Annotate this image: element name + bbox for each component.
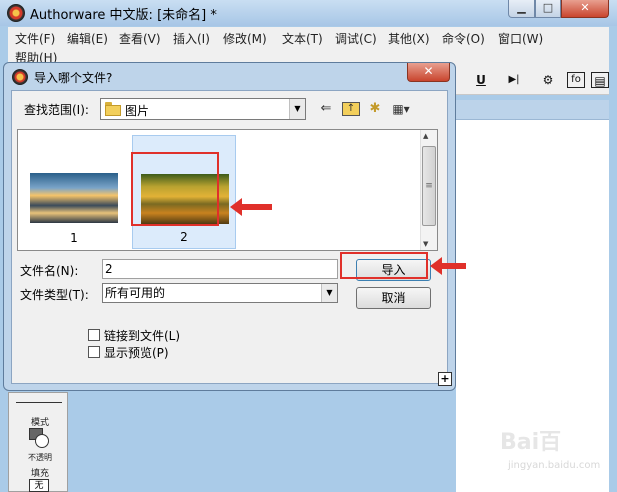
highlight-import-button bbox=[340, 252, 428, 279]
file-item-1[interactable]: 1 bbox=[22, 135, 126, 249]
file-name-label: 文件名(N): bbox=[20, 264, 79, 278]
authorware-app-icon bbox=[7, 4, 25, 22]
step-icon[interactable]: ▶| bbox=[505, 72, 523, 88]
mode-swatch[interactable] bbox=[29, 428, 51, 448]
file-type-label: 文件类型(T): bbox=[20, 288, 89, 302]
mode-label: 模式 bbox=[30, 418, 49, 428]
show-preview-checkbox[interactable] bbox=[88, 346, 100, 358]
chevron-down-icon[interactable]: ▼ bbox=[289, 99, 305, 119]
scroll-down-icon[interactable]: ▼ bbox=[423, 240, 428, 248]
trace-icon[interactable]: ⚙ bbox=[539, 72, 557, 88]
look-in-dropdown[interactable]: 图片 ▼ bbox=[100, 98, 306, 120]
file-label: 2 bbox=[180, 230, 188, 244]
menu-text[interactable]: 文本(T) bbox=[282, 30, 323, 47]
dialog-titlebar: 导入哪个文件? ✕ bbox=[4, 63, 455, 90]
watermark-url: jingyan.baidu.com bbox=[508, 460, 601, 471]
close-button[interactable]: ✕ bbox=[561, 0, 609, 18]
menu-modify[interactable]: 修改(M) bbox=[223, 30, 267, 47]
file-type-value: 所有可用的 bbox=[105, 286, 166, 300]
file-label: 1 bbox=[70, 231, 78, 245]
menu-edit[interactable]: 编辑(E) bbox=[67, 30, 108, 47]
scroll-up-icon[interactable]: ▲ bbox=[423, 132, 428, 140]
file-type-select[interactable]: 所有可用的 ▼ bbox=[102, 283, 338, 303]
file-name-input[interactable]: 2 bbox=[102, 259, 338, 279]
red-arrow-icon bbox=[230, 198, 272, 216]
dialog-close-button[interactable]: ✕ bbox=[407, 63, 450, 82]
new-folder-icon[interactable]: ✱ bbox=[366, 100, 384, 118]
window-icon[interactable]: ▤ bbox=[591, 72, 609, 88]
vertical-scrollbar[interactable]: ▲ ≡ ▼ bbox=[420, 130, 437, 250]
show-preview-label: 显示预览(P) bbox=[104, 346, 169, 360]
link-to-file-label: 链接到文件(L) bbox=[104, 329, 181, 343]
authorware-dialog-icon bbox=[12, 69, 28, 85]
expand-plus-button[interactable]: + bbox=[438, 372, 452, 386]
line-style-sample[interactable] bbox=[16, 402, 62, 403]
fill-label: 填充 bbox=[30, 469, 49, 479]
menubar: 文件(F) 编辑(E) 查看(V) 插入(I) 修改(M) 文本(T) 调试(C… bbox=[8, 27, 609, 65]
red-arrow-icon bbox=[430, 257, 466, 275]
mode-circle-icon bbox=[35, 434, 49, 448]
dialog-title: 导入哪个文件? bbox=[34, 71, 113, 85]
flowline-header bbox=[456, 100, 609, 120]
back-arrow-icon[interactable]: ⇐ bbox=[318, 100, 334, 118]
main-titlebar: Authorware 中文版: [未命名] * ▁ □ ✕ bbox=[0, 0, 617, 26]
menu-view[interactable]: 查看(V) bbox=[119, 30, 161, 47]
menu-commands[interactable]: 命令(O) bbox=[442, 30, 485, 47]
mode-value: 不透明 bbox=[28, 453, 52, 462]
maximize-button[interactable]: □ bbox=[535, 0, 561, 18]
minimize-button[interactable]: ▁ bbox=[508, 0, 535, 18]
link-to-file-checkbox[interactable] bbox=[88, 329, 100, 341]
chevron-down-icon[interactable]: ▼ bbox=[321, 284, 337, 302]
fill-swatch[interactable]: 无 bbox=[29, 479, 49, 492]
underline-icon[interactable]: U bbox=[472, 72, 490, 88]
cancel-button[interactable]: 取消 bbox=[356, 287, 431, 309]
dialog-body: 查找范围(I): 图片 ▼ ⇐ ↑ ✱ ▦▾ 1 2 ▲ ≡ ▼ 文件名(N):… bbox=[11, 90, 452, 386]
file-list[interactable]: 1 2 ▲ ≡ ▼ bbox=[17, 129, 438, 251]
look-in-value: 图片 bbox=[125, 104, 150, 118]
mountain-landscape-thumbnail bbox=[30, 173, 118, 223]
watermark: Bai百 bbox=[500, 430, 562, 455]
menu-insert[interactable]: 插入(I) bbox=[173, 30, 210, 47]
function-icon[interactable]: fo bbox=[567, 72, 585, 88]
app-title: Authorware 中文版: [未命名] * bbox=[30, 8, 217, 23]
highlight-selected-thumbnail bbox=[131, 152, 219, 226]
scroll-thumb[interactable]: ≡ bbox=[422, 146, 436, 226]
up-folder-icon[interactable]: ↑ bbox=[342, 102, 360, 116]
menu-window[interactable]: 窗口(W) bbox=[498, 30, 543, 47]
menu-file[interactable]: 文件(F) bbox=[15, 30, 55, 47]
folder-icon bbox=[105, 102, 121, 116]
menu-other[interactable]: 其他(X) bbox=[388, 30, 430, 47]
look-in-label: 查找范围(I): bbox=[24, 103, 89, 117]
menu-debug[interactable]: 调试(C) bbox=[335, 30, 377, 47]
import-file-dialog: 导入哪个文件? ✕ 查找范围(I): 图片 ▼ ⇐ ↑ ✱ ▦▾ 1 2 ▲ ≡… bbox=[3, 62, 456, 391]
view-menu-icon[interactable]: ▦▾ bbox=[388, 100, 414, 118]
